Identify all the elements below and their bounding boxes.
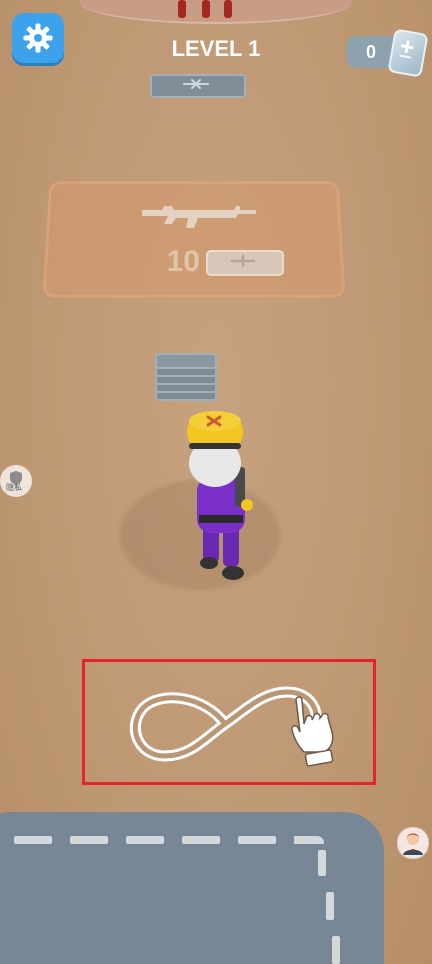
road-marking [126,836,164,844]
road-marking [70,836,108,844]
rifle-icon [142,206,256,228]
enemy-arena [80,0,352,24]
road [0,812,384,964]
road-marking [332,936,340,964]
road-marking [318,850,326,876]
hand-pointer-icon [291,696,334,767]
road-marking [14,836,52,844]
avatar-button[interactable] [397,827,429,859]
weapon-upgrade-pad[interactable] [42,181,346,298]
road-marking [326,892,334,920]
road-marking [238,836,276,844]
enemy-soldier [178,0,186,18]
avatar-icon [403,833,423,855]
card-plate [150,74,246,98]
upgrade-price: 10 [166,245,200,278]
player-character[interactable] [175,405,265,590]
enemy-soldier [202,0,210,18]
privacy-label: 隐私 [6,483,22,492]
card-stack[interactable] [155,353,217,369]
card-icon [206,250,284,276]
road-marking [294,836,324,844]
card-count: 0 [365,42,376,62]
enemy-soldier [224,0,232,18]
road-marking [182,836,220,844]
card-icon [387,28,429,78]
game-scene[interactable]: LEVEL 1 0 10 隐私 [0,0,432,964]
